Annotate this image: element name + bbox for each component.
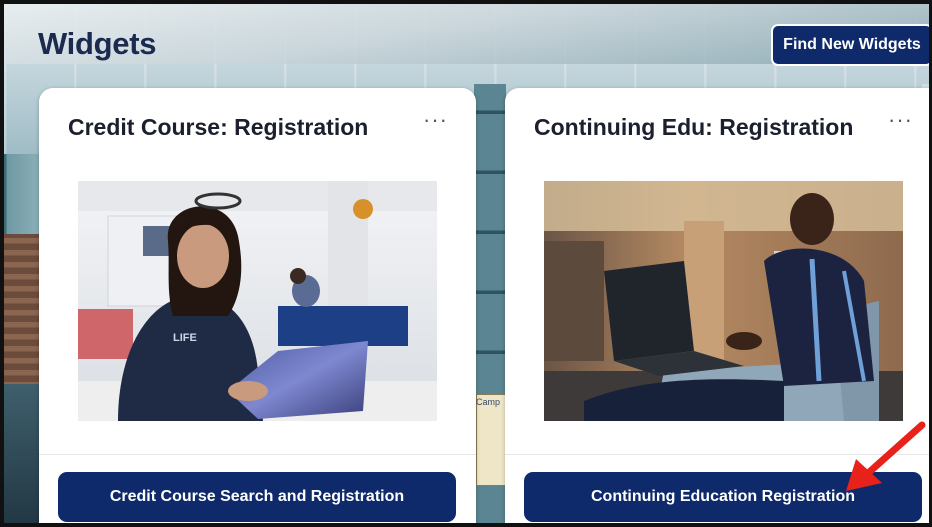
- widget-card-credit-course: Credit Course: Registration ··· LIFE Cre…: [39, 88, 476, 523]
- page-title: Widgets: [38, 26, 157, 61]
- screenshot-frame: Camp Widgets Find New Widgets Credit Cou…: [0, 0, 932, 527]
- more-options-icon[interactable]: ···: [423, 109, 448, 131]
- svg-text:LIFE: LIFE: [173, 332, 197, 344]
- student-laptop-photo-svg: LIFE: [78, 181, 437, 421]
- credit-course-search-registration-button[interactable]: Credit Course Search and Registration: [58, 472, 456, 522]
- student-laptop-photo: LIFE: [78, 181, 437, 421]
- card-divider: [39, 454, 476, 455]
- background-brick-wall: [4, 234, 44, 394]
- background-lower-left: [4, 384, 44, 523]
- more-options-icon[interactable]: ···: [888, 109, 913, 131]
- man-laptop-photo: [544, 181, 903, 421]
- annotation-arrow-icon: [846, 421, 926, 491]
- background-campus-sign: [476, 394, 506, 486]
- card-title: Credit Course: Registration: [68, 114, 369, 140]
- man-laptop-photo-svg: [544, 181, 903, 421]
- background-window-column: Camp: [474, 84, 506, 523]
- find-new-widgets-button[interactable]: Find New Widgets: [771, 24, 929, 66]
- background-campus-sign-text: Camp: [476, 397, 501, 407]
- card-title: Continuing Edu: Registration: [534, 114, 854, 140]
